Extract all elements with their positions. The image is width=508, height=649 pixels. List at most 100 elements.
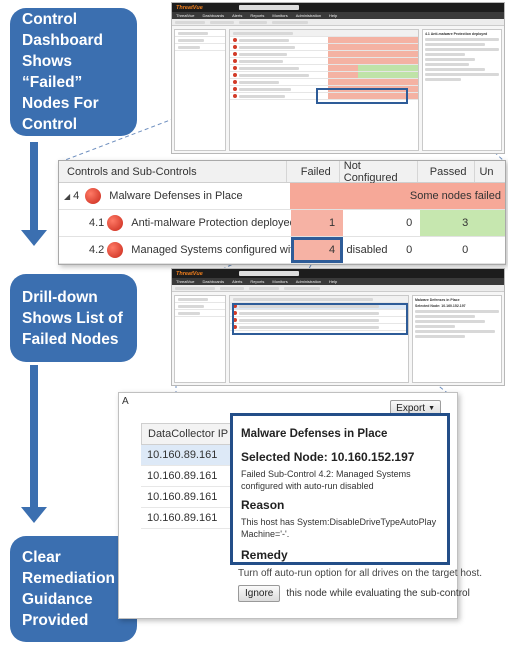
tree-row[interactable] <box>175 303 225 310</box>
failed-status-icon <box>107 215 124 231</box>
brand-logo: ThreatVue <box>176 270 203 277</box>
nav-item[interactable]: Reports <box>250 13 264 18</box>
chevron-down-icon: ▼ <box>428 404 435 412</box>
node-tree <box>174 295 226 383</box>
drilldown-screenshot: ThreatVue ThreatVue Dashboards Alerts Re… <box>171 268 505 386</box>
cell-unknown <box>476 210 505 236</box>
group-label: Malware Defenses in Place <box>109 190 243 202</box>
cell-failed[interactable]: 1 <box>291 210 344 236</box>
callout-drill-down: Drill-down Shows List of Failed Nodes <box>10 274 137 362</box>
nav-item[interactable]: Monitors <box>272 13 287 18</box>
failed-status-icon <box>107 242 124 258</box>
cell-unknown <box>476 237 505 263</box>
detail-title: 4.1 Anti-malware Protection deployed <box>425 32 488 36</box>
dashboard-screenshot: ThreatVue ThreatVue Dashboards Alerts Re… <box>171 2 505 154</box>
row-number: 4.2 <box>89 244 105 256</box>
detail-pane: Malware Defenses in Place Selected Node:… <box>412 295 502 383</box>
nav-item[interactable]: ThreatVue <box>176 13 195 18</box>
nav-item[interactable]: Administration <box>296 13 321 18</box>
nav-item[interactable]: Alerts <box>232 279 242 284</box>
search-box[interactable] <box>238 5 299 10</box>
nav-item[interactable]: Dashboards <box>203 279 225 284</box>
top-bar: ThreatVue <box>172 269 504 278</box>
callout-line: Control <box>22 116 78 133</box>
nav-item[interactable]: Dashboards <box>203 13 225 18</box>
selected-node: Selected Node: 10.160.152.197 <box>241 450 415 464</box>
reason-text: This host has System:DisableDriveTypeAut… <box>241 517 437 539</box>
group-number: 4 <box>73 190 80 202</box>
header-controls[interactable]: Controls and Sub-Controls <box>59 161 287 182</box>
remedy-text: Turn off auto-run option for all drives … <box>238 568 483 579</box>
reason-heading: Reason <box>241 498 285 512</box>
cell-passed[interactable]: 3 <box>420 210 477 236</box>
callout-line: Shows List of <box>22 309 123 327</box>
node-tree <box>174 29 226 151</box>
controls-grid <box>229 29 419 151</box>
callout-line: Remediation <box>22 570 116 587</box>
header-not-configured[interactable]: Not Configured <box>340 161 419 184</box>
tree-row[interactable] <box>175 30 225 37</box>
brand-logo: ThreatVue <box>176 4 203 11</box>
table-header: Controls and Sub-Controls Failed Not Con… <box>59 161 505 184</box>
popup-title: Malware Defenses in Place <box>241 428 388 440</box>
ignore-description: this node while evaluating the sub-contr… <box>286 588 470 599</box>
tree-row[interactable] <box>175 37 225 44</box>
callout-line: Shows “Failed” <box>22 53 83 91</box>
nav-item[interactable]: Help <box>329 13 337 18</box>
down-arrow <box>21 365 47 523</box>
nav-item[interactable]: Administration <box>296 279 321 284</box>
detail-node: Selected Node: 10.160.152.197 <box>415 304 466 308</box>
cell-not-configured[interactable]: 0 <box>343 237 420 263</box>
callout-line: Failed Nodes <box>22 330 119 348</box>
failed-highlight <box>316 88 408 104</box>
expand-triangle-icon[interactable]: ◢ <box>64 192 70 201</box>
failed-nodes-highlight <box>232 303 408 335</box>
callout-line: Provided <box>22 612 89 629</box>
remediation-popup: Malware Defenses in Place Selected Node:… <box>230 413 450 565</box>
panel-letter: A <box>122 396 129 407</box>
callout-control-dashboard: Control Dashboard Shows “Failed” Nodes F… <box>10 8 137 136</box>
table-row[interactable]: 4.1 Anti-malware Protection deployed 1 0… <box>59 210 505 237</box>
failed-nodes-grid <box>229 295 409 383</box>
callout-line: Clear <box>22 549 61 566</box>
callout-line: Control <box>22 11 78 28</box>
row-label: Anti-malware Protection deployed <box>131 217 296 229</box>
group-status-text: Some nodes failed <box>409 190 501 202</box>
header-failed[interactable]: Failed <box>287 161 340 182</box>
failed-subcontrol-text: Failed Sub-Control 4.2: Managed Systems … <box>241 469 411 491</box>
top-bar: ThreatVue <box>172 3 504 12</box>
down-arrow <box>21 142 47 246</box>
table-row-group[interactable]: ◢ 4 Malware Defenses in Place Some nodes… <box>59 183 505 210</box>
search-box[interactable] <box>238 271 299 276</box>
header-unknown[interactable]: Un <box>475 161 505 182</box>
nav-item[interactable]: Help <box>329 279 337 284</box>
row-number: 4.1 <box>89 217 105 229</box>
tree-row[interactable] <box>175 310 225 317</box>
callout-line: Drill-down <box>22 288 98 306</box>
nav-bar: ThreatVue Dashboards Alerts Reports Moni… <box>172 12 504 19</box>
nav-bar: ThreatVue Dashboards Alerts Reports Moni… <box>172 278 504 285</box>
detail-title: Malware Defenses in Place <box>415 298 460 302</box>
cell-failed[interactable]: 4 <box>291 237 344 263</box>
ignore-row: Ignore this node while evaluating the su… <box>238 585 470 602</box>
remedy-heading: Remedy <box>241 548 288 562</box>
tree-row[interactable] <box>175 296 225 303</box>
header-passed[interactable]: Passed <box>418 161 476 182</box>
nav-item[interactable]: ThreatVue <box>176 279 195 284</box>
nav-item[interactable]: Reports <box>250 279 264 284</box>
cell-passed[interactable]: 0 <box>420 237 476 263</box>
cell-not-configured[interactable]: 0 <box>343 210 420 236</box>
filter-toolbar <box>172 285 504 292</box>
controls-table: Controls and Sub-Controls Failed Not Con… <box>58 160 506 265</box>
tree-row[interactable] <box>175 44 225 51</box>
table-row[interactable]: 4.2 Managed Systems configured with auto… <box>59 237 505 264</box>
nav-item[interactable]: Alerts <box>232 13 242 18</box>
callout-line: Guidance <box>22 591 93 608</box>
nav-item[interactable]: Monitors <box>272 279 287 284</box>
ignore-button[interactable]: Ignore <box>238 585 281 602</box>
export-label: Export <box>396 402 426 414</box>
callout-line: Dashboard <box>22 32 103 49</box>
filter-toolbar <box>172 19 504 26</box>
detail-pane: 4.1 Anti-malware Protection deployed <box>422 29 502 151</box>
failed-status-icon <box>85 188 102 204</box>
